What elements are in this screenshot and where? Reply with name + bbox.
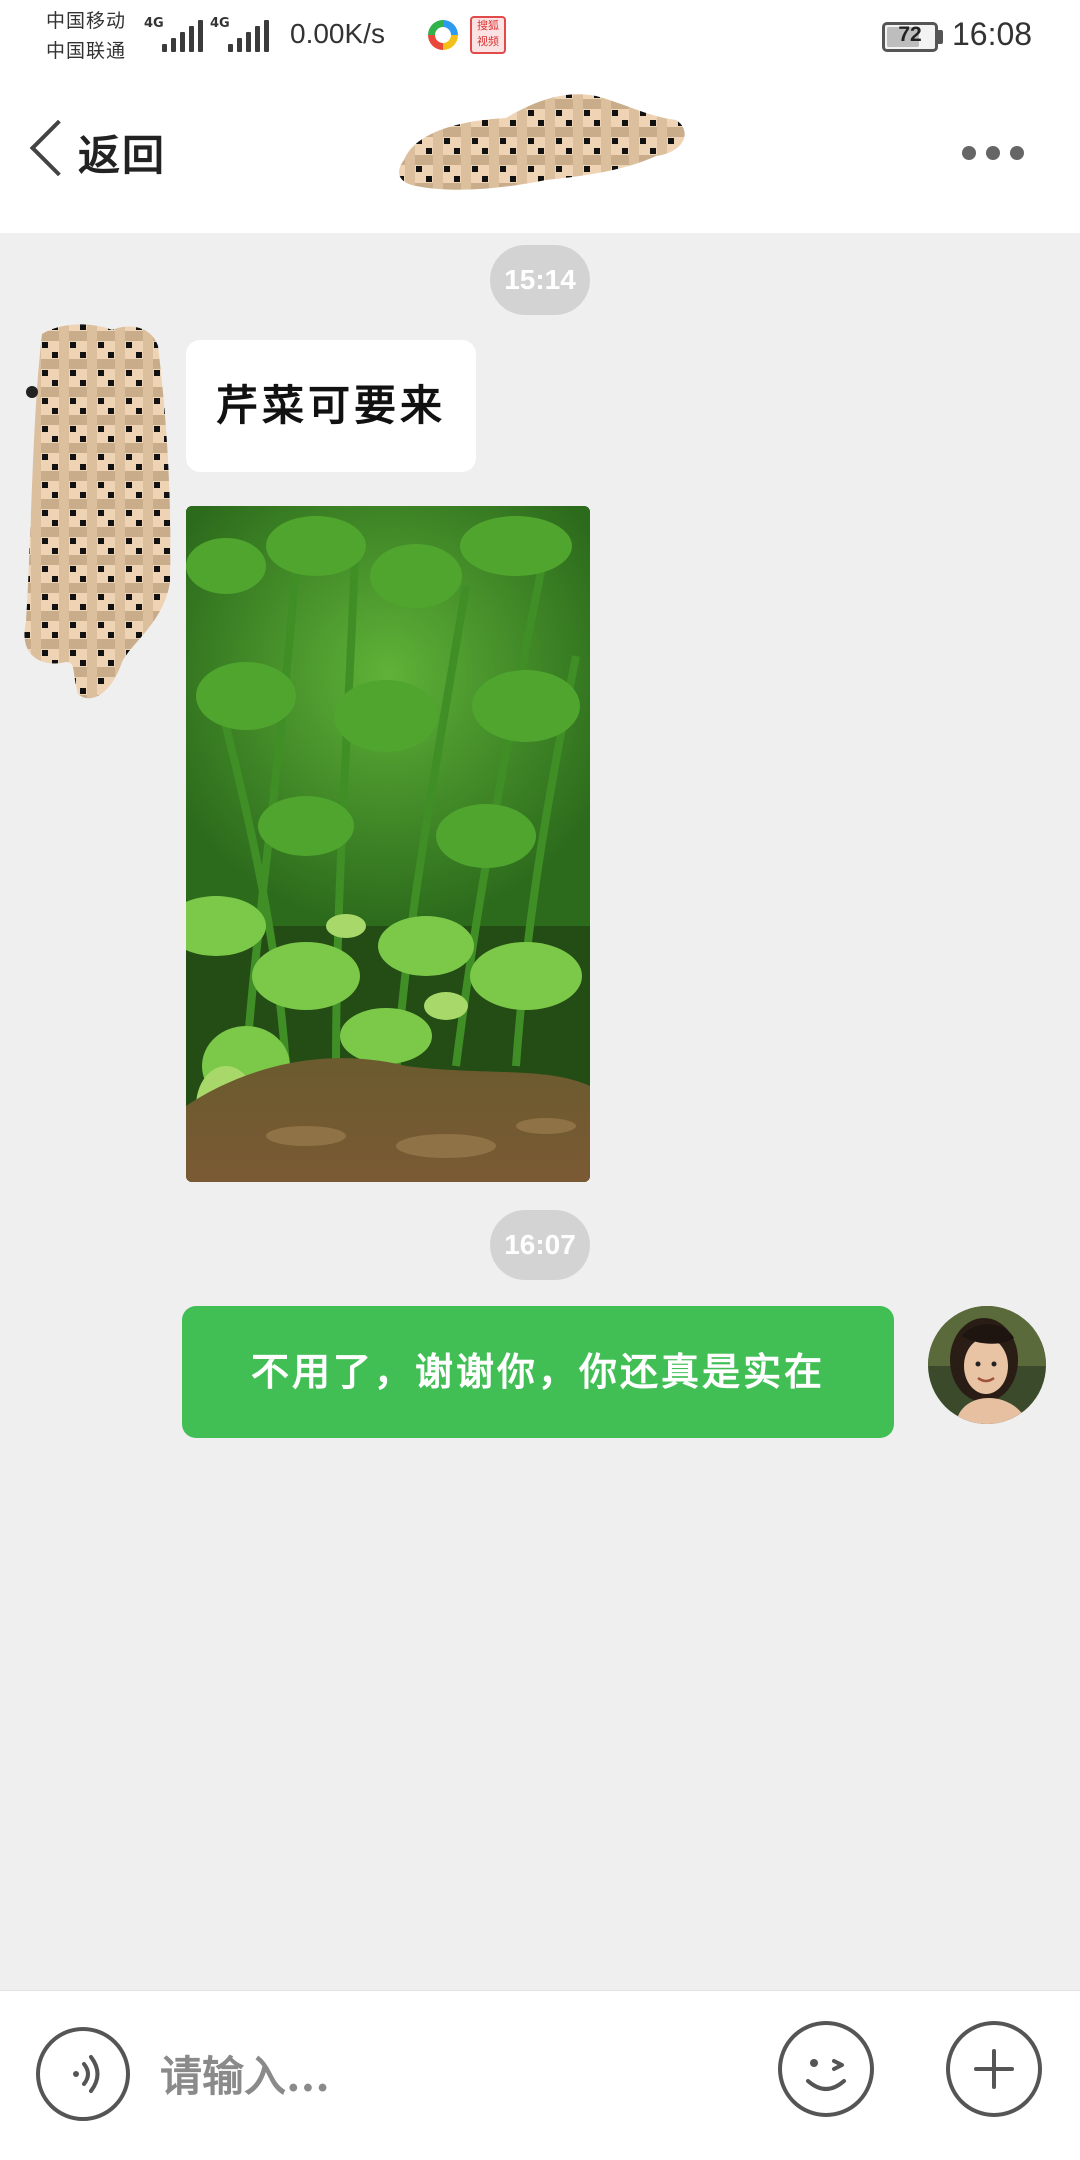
plus-icon: [974, 2049, 1014, 2089]
battery-icon: 72: [882, 22, 938, 52]
status-clock: 16:08: [952, 16, 1033, 52]
celery-photo-message[interactable]: [186, 506, 590, 1182]
more-icon-dot: [962, 146, 976, 160]
battery-percent: 72: [898, 23, 922, 46]
network-type-2: 4G: [210, 16, 230, 31]
timestamp-pill: 15:14: [490, 245, 590, 315]
qq-browser-icon: [428, 20, 458, 50]
back-label: 返回: [78, 131, 167, 180]
more-icon-dot: [1010, 146, 1024, 160]
carrier-2: 中国联通: [46, 40, 127, 62]
input-bar: [0, 1990, 1080, 2160]
contact-name-redacted: [399, 94, 685, 190]
emoji-button[interactable]: [778, 2021, 874, 2117]
voice-button[interactable]: [36, 2027, 130, 2121]
voice-icon: [73, 2055, 100, 2093]
my-avatar[interactable]: [928, 1306, 1046, 1424]
timestamp-pill: 16:07: [490, 1210, 590, 1280]
chat-header: 返回: [0, 76, 1080, 233]
more-button[interactable]: [962, 136, 1042, 168]
status-bar: 中国移动 中国联通 4G 4G 0.00K/s 搜狐视频 72 16:08: [0, 0, 1080, 76]
battery-tip: [938, 30, 943, 44]
back-button[interactable]: 返回: [20, 112, 200, 192]
carrier-1: 中国移动: [46, 10, 127, 32]
outgoing-message-bubble[interactable]: 不用了，谢谢你，你还真是实在: [182, 1306, 894, 1438]
sohu-video-icon: 搜狐视频: [470, 16, 506, 54]
contact-avatar[interactable]: [22, 322, 176, 706]
more-icon-dot: [986, 146, 1000, 160]
network-speed: 0.00K/s: [290, 18, 385, 49]
emoji-icon: [806, 2059, 846, 2091]
plus-button[interactable]: [946, 2021, 1042, 2117]
network-type-1: 4G: [144, 16, 164, 31]
incoming-message-bubble[interactable]: 芹菜可要来: [186, 340, 476, 472]
carrier-info: 中国移动 中国联通: [46, 6, 146, 66]
message-input[interactable]: [160, 2031, 760, 2121]
